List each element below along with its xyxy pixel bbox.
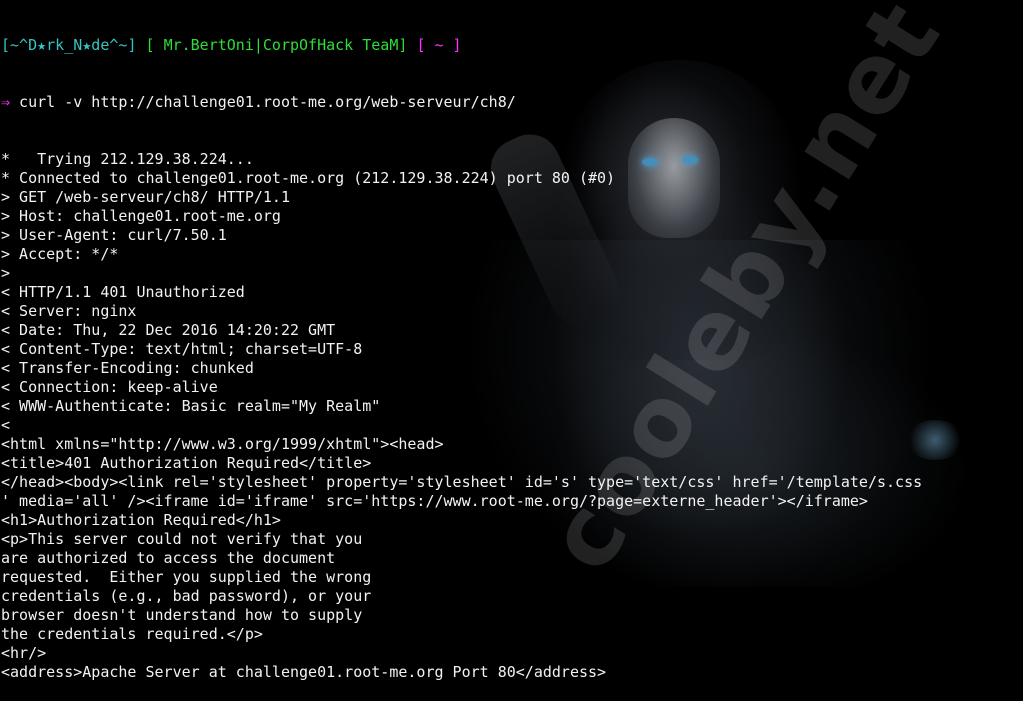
prompt-team-open: [ (145, 36, 155, 54)
output-line: < WWW-Authenticate: Basic realm="My Real… (1, 397, 381, 415)
output-line: are authorized to access the document (1, 549, 336, 567)
output-line: <p>This server could not verify that you (1, 530, 363, 548)
output-line: < HTTP/1.1 401 Unauthorized (1, 283, 245, 301)
command-line[interactable]: ⇒ curl -v http://challenge01.root-me.org… (1, 93, 922, 112)
output-line: > Accept: */* (1, 245, 119, 263)
output-line: > (1, 264, 11, 282)
output-line: < Date: Thu, 22 Dec 2016 14:20:22 GMT (1, 321, 336, 339)
prompt-user-open: [ (1, 36, 11, 54)
output-line: <address>Apache Server at challenge01.ro… (1, 663, 607, 681)
terminal-output[interactable]: [~^D★rk_N★de^~] [ Mr.BertOni|CorpOfHack … (1, 0, 922, 701)
output-line: <title>401 Authorization Required</title… (1, 454, 372, 472)
output-line: <h1>Authorization Required</h1> (1, 511, 281, 529)
output-line: <hr/> (1, 644, 47, 662)
output-line: requested. Either you supplied the wrong (1, 568, 372, 586)
prompt-user: ~^D★rk_N★de^~ (10, 36, 128, 54)
output-line: < Server: nginx (1, 302, 137, 320)
command-text: curl -v http://challenge01.root-me.org/w… (10, 93, 516, 111)
output-line: * Connected to challenge01.root-me.org (… (1, 169, 616, 187)
prompt-team: Mr.BertOni|CorpOfHack TeaM (163, 36, 399, 54)
prompt-dir: [ ~ ] (416, 36, 462, 54)
output-line: < (1, 416, 11, 434)
command-output: * Trying 212.129.38.224... * Connected to… (1, 150, 922, 682)
output-line: browser doesn't understand how to supply (1, 606, 363, 624)
output-line: > GET /web-serveur/ch8/ HTTP/1.1 (1, 188, 290, 206)
output-line: < Connection: keep-alive (1, 378, 218, 396)
prompt-line: [~^D★rk_N★de^~] [ Mr.BertOni|CorpOfHack … (1, 36, 922, 55)
prompt-team-close: ] (398, 36, 408, 54)
output-line: * Trying 212.129.38.224... (1, 150, 254, 168)
output-line: credentials (e.g., bad password), or you… (1, 587, 372, 605)
output-line: < Transfer-Encoding: chunked (1, 359, 254, 377)
output-line: <html xmlns="http://www.w3.org/1999/xhtm… (1, 435, 444, 453)
output-line: the credentials required.</p> (1, 625, 263, 643)
prompt-arrow-icon: ⇒ (1, 93, 11, 111)
output-line: </head><body><link rel='stylesheet' prop… (1, 473, 923, 491)
prompt-user-close: ] (127, 36, 137, 54)
output-line: > User-Agent: curl/7.50.1 (1, 226, 227, 244)
output-line: > Host: challenge01.root-me.org (1, 207, 281, 225)
output-line: ' media='all' /><iframe id='iframe' src=… (1, 492, 868, 510)
output-line: < Content-Type: text/html; charset=UTF-8 (1, 340, 363, 358)
